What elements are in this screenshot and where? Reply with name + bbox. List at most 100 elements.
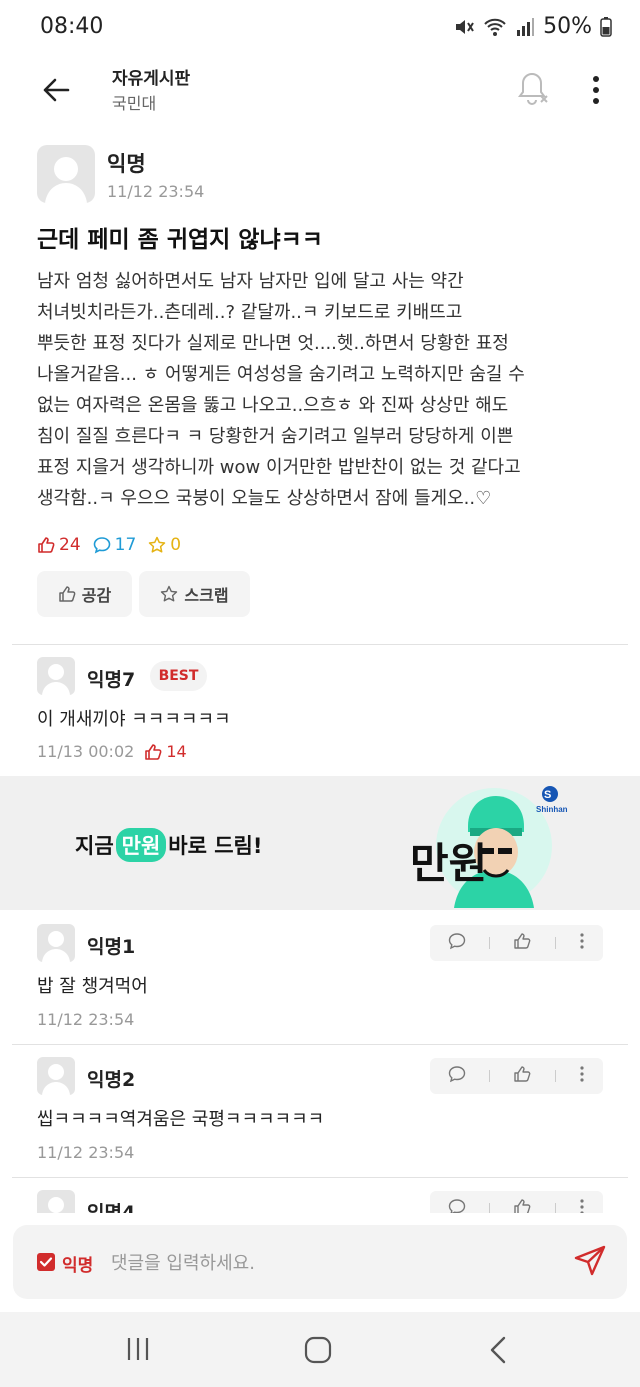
reply-button[interactable] (448, 932, 466, 954)
like-count-value: 24 (59, 535, 81, 555)
thumbs-up-icon (514, 933, 531, 949)
more-options-button[interactable] (584, 70, 608, 110)
more-vertical-icon (593, 76, 599, 104)
scrap-button-label: 스크랩 (184, 586, 229, 605)
chevron-left-icon (490, 1336, 506, 1364)
status-time: 08:40 (40, 14, 104, 39)
comment-meta: 11/12 23:54 (37, 1010, 134, 1029)
scrap-count-value: 0 (170, 535, 182, 555)
post-body-line: 침이 질질 흐른다ㅋ ㅋ 당황한거 숨기려고 일부러 당당하게 이쁜 (37, 426, 514, 447)
system-nav-bar (0, 1312, 640, 1387)
ad-art-text: 만원 (410, 839, 487, 888)
default-avatar-icon (42, 931, 70, 962)
thumbs-up-icon (38, 537, 55, 553)
send-button[interactable] (573, 1244, 609, 1280)
notification-off-button[interactable] (516, 70, 556, 110)
comment-count-value: 17 (114, 535, 137, 555)
comment-like-value: 14 (166, 742, 187, 761)
default-avatar-icon (42, 664, 70, 695)
comment-author: 익명7 (87, 669, 136, 691)
status-icons: 50% (453, 14, 612, 39)
star-icon (161, 585, 178, 602)
comment-actions (430, 1191, 603, 1213)
board-title: 자유게시판 (112, 69, 191, 89)
ad-text: 지금 만원 바로 드림! (75, 828, 262, 862)
comment-icon (93, 537, 110, 554)
home-button[interactable] (304, 1336, 332, 1364)
battery-icon (600, 16, 612, 38)
comment-text: 밥 잘 챙겨먹어 (37, 976, 148, 997)
comment-author: 익명4 (87, 1202, 136, 1213)
comment-more-button[interactable] (579, 1198, 585, 1213)
like-button[interactable]: 공감 (37, 571, 132, 617)
signal-icon (515, 16, 535, 38)
comment-icon (448, 1066, 465, 1083)
ad-text-after: 바로 드림! (168, 834, 263, 858)
comment-date: 11/13 00:02 (37, 742, 135, 761)
send-icon (574, 1245, 606, 1276)
comment-avatar (37, 924, 75, 962)
recent-apps-button[interactable] (125, 1336, 151, 1362)
system-back-button[interactable] (488, 1336, 508, 1364)
post-author-avatar (37, 145, 95, 203)
divider (12, 1044, 628, 1045)
comment-text: 이 개새끼야 ㅋㅋㅋㅋㅋㅋ (37, 709, 231, 730)
comment-like-button[interactable] (513, 1065, 531, 1087)
reply-button[interactable] (448, 1065, 466, 1087)
post-body-line: 나올거같음... ㅎ 어떻게든 여성성을 숨기려고 노력하지만 숨길 수 (37, 364, 525, 385)
comment-icon (448, 933, 465, 950)
comment-more-button[interactable] (579, 1065, 585, 1087)
scrap-count: 0 (148, 535, 181, 555)
comment-author: 익명2 (87, 1069, 136, 1091)
comment-like-count: 14 (144, 742, 187, 761)
ad-illustration: S 만원 Shinhan (408, 780, 568, 908)
app-header: 자유게시판 국민대 (0, 56, 640, 128)
post-date: 11/12 23:54 (107, 182, 205, 201)
comment-author: 익명1 (87, 936, 136, 958)
post-body-line: 남자 엄청 싫어하면서도 남자 남자만 입에 달고 사는 약간 (37, 271, 464, 292)
post-body-line: 표정 지을거 생각하니까 wow 이거만한 밥반찬이 없는 것 같다고 (37, 457, 521, 478)
more-vertical-icon (580, 1199, 584, 1213)
scrap-button[interactable]: 스크랩 (139, 571, 250, 617)
scholar-illustration: S 만원 Shinhan (410, 786, 568, 908)
separator (489, 1203, 491, 1213)
separator (554, 1070, 556, 1082)
thumbs-up-icon (514, 1199, 531, 1213)
comment-text: 씹ㅋㅋㅋㅋ역겨움은 국평ㅋㅋㅋㅋㅋㅋ (37, 1109, 325, 1130)
ad-banner[interactable]: 지금 만원 바로 드림! S 만원 Shinhan (0, 776, 640, 910)
post-body-line: 없는 여자력은 온몸을 뚫고 나오고..으흐ㅎ 와 진짜 상상만 해도 (37, 395, 509, 416)
post-body-line: 생각함..ㅋ 우으으 국붕이 오늘도 상상하면서 잠에 들게오..♡ (37, 488, 492, 509)
comment-avatar (37, 657, 75, 695)
mute-icon (453, 16, 475, 38)
comment-meta: 11/12 23:54 (37, 1143, 134, 1162)
comment-like-button[interactable] (513, 932, 531, 954)
comment-count: 17 (93, 535, 137, 555)
bell-off-icon (518, 72, 548, 105)
board-subtitle: 국민대 (112, 94, 157, 113)
default-avatar-icon (48, 1197, 64, 1213)
status-bar: 08:40 50% (0, 0, 640, 56)
divider (12, 1177, 628, 1178)
comment-more-button[interactable] (579, 932, 585, 954)
comment-actions (430, 925, 603, 961)
thumbs-up-icon (514, 1066, 531, 1082)
divider (12, 644, 628, 645)
post-stats: 24 17 0 (37, 535, 181, 555)
home-icon (304, 1336, 332, 1364)
comment-date: 11/12 23:54 (37, 1143, 135, 1162)
default-avatar-icon (45, 157, 87, 203)
battery-percent: 50% (543, 14, 592, 39)
comment-input[interactable] (111, 1249, 551, 1277)
comment-input-bar: 익명 (13, 1225, 627, 1299)
wifi-icon (483, 16, 507, 38)
separator (489, 937, 491, 949)
star-icon (149, 536, 166, 553)
comment-actions (430, 1058, 603, 1094)
thumbs-up-icon (145, 743, 162, 760)
back-button[interactable] (36, 70, 76, 110)
reply-button[interactable] (448, 1198, 466, 1213)
anonymous-label[interactable]: 익명 (62, 1251, 93, 1276)
anonymous-checkbox[interactable] (37, 1253, 55, 1271)
comment-like-button[interactable] (513, 1198, 531, 1213)
default-avatar-icon (42, 1064, 70, 1095)
